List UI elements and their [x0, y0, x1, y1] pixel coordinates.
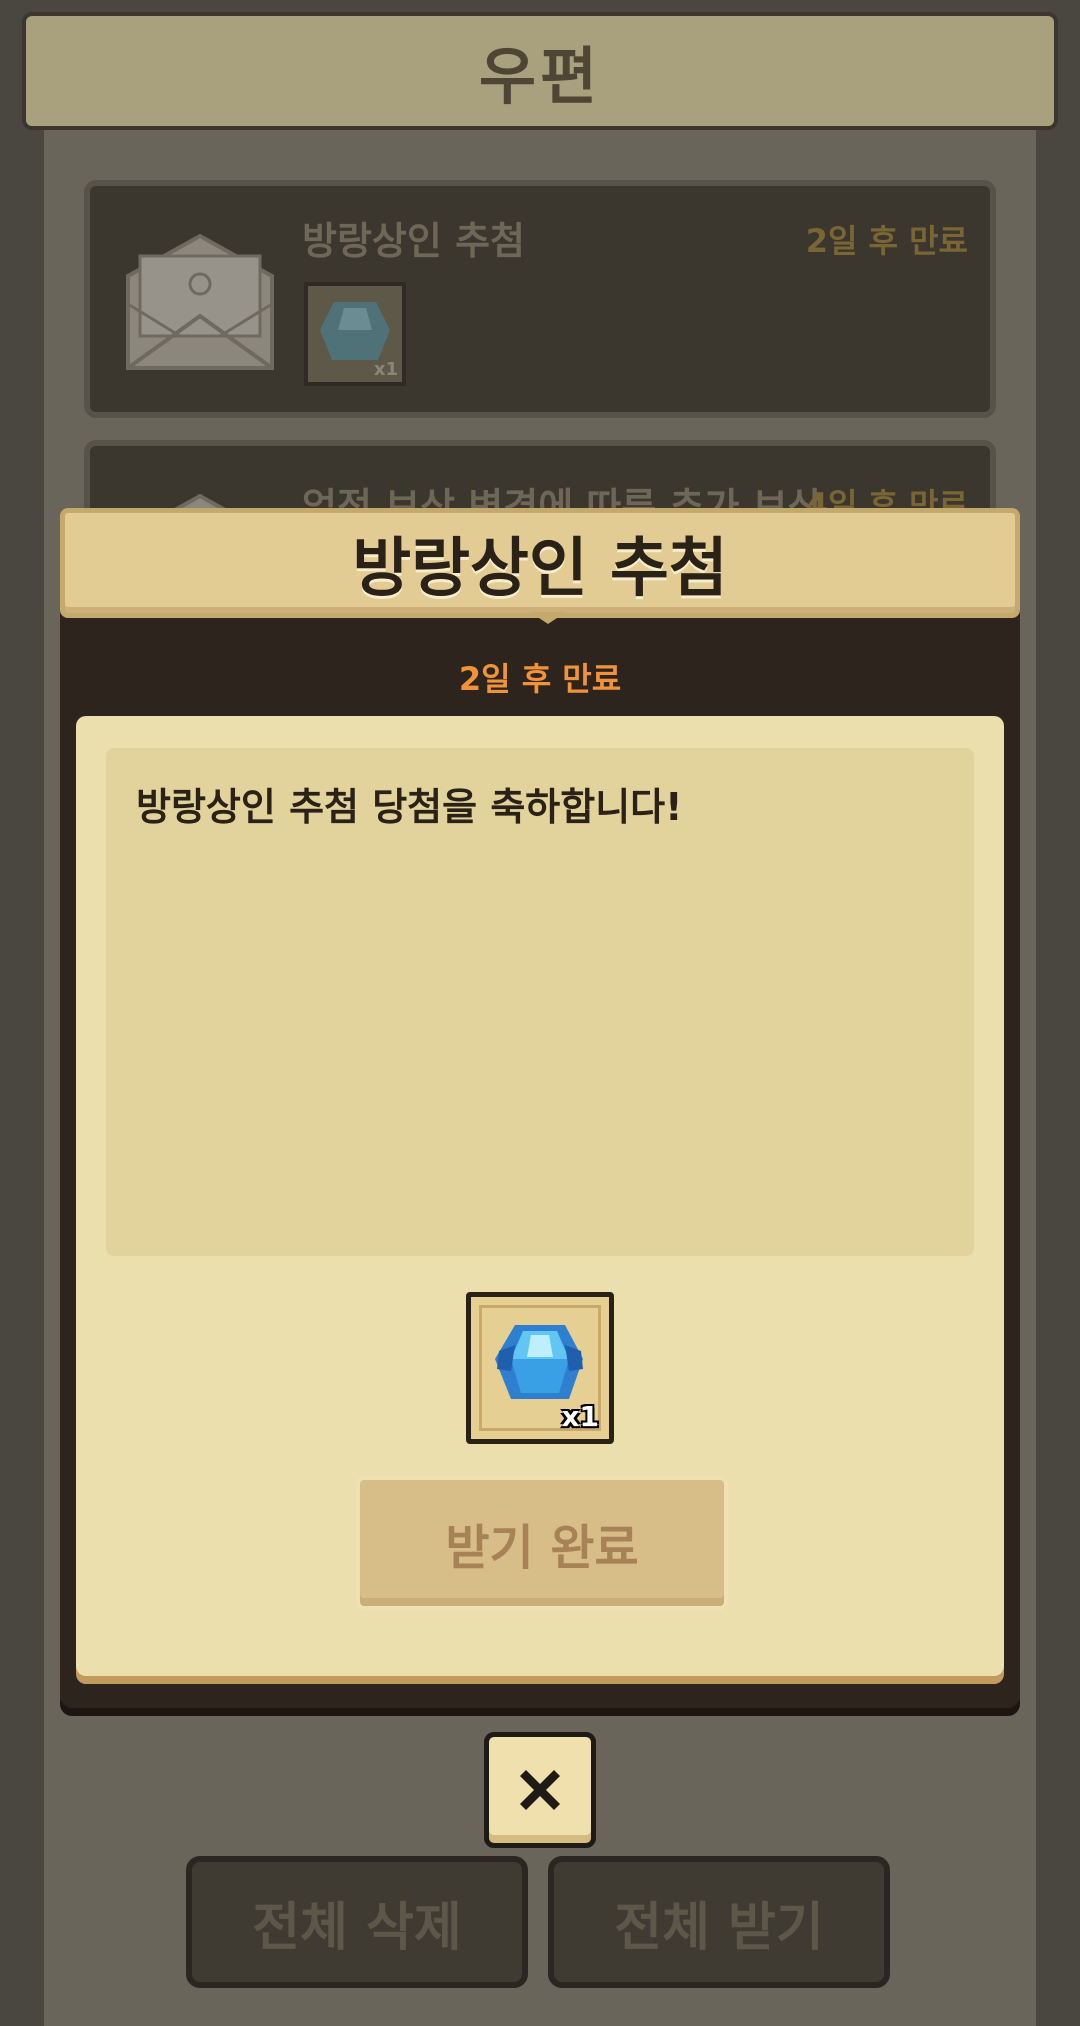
mailbox-title: 우편 [478, 40, 602, 113]
modal-expiry: 2일 후 만료 [458, 660, 622, 698]
modal-title: 방랑상인 추첨 [352, 532, 728, 606]
mail-item-qty: x1 [373, 359, 398, 380]
message-text: 방랑상인 추첨 당첨을 축하합니다! [136, 785, 683, 829]
mailbox-header: 우편 [22, 12, 1058, 130]
mail-expiry: 2일 후 만료 [805, 222, 968, 260]
modal-body: 방랑상인 추첨 당첨을 축하합니다! x1 받기 완료 [76, 716, 1004, 1676]
close-icon [520, 1770, 560, 1810]
reward-slot[interactable]: x1 [466, 1292, 614, 1444]
mail-detail-modal: 방랑상인 추첨 2일 후 만료 방랑상인 추첨 당첨을 축하합니다! x1 받기… [60, 508, 1020, 1708]
mail-reward-slot: x1 [304, 282, 406, 386]
claim-all-button[interactable]: 전체 받기 [548, 1856, 890, 1988]
claim-complete-button[interactable]: 받기 완료 [356, 1476, 728, 1610]
envelope-open-icon [126, 233, 274, 370]
message-box: 방랑상인 추첨 당첨을 축하합니다! [106, 748, 974, 1256]
mail-item[interactable]: 방랑상인 추첨 2일 후 만료 x1 [84, 180, 996, 418]
header-notch [530, 612, 566, 624]
close-button[interactable] [484, 1732, 596, 1848]
mail-title: 방랑상인 추첨 [302, 219, 525, 263]
modal-header: 방랑상인 추첨 [60, 508, 1020, 618]
reward-qty: x1 [561, 1400, 599, 1433]
delete-all-button[interactable]: 전체 삭제 [186, 1856, 528, 1988]
